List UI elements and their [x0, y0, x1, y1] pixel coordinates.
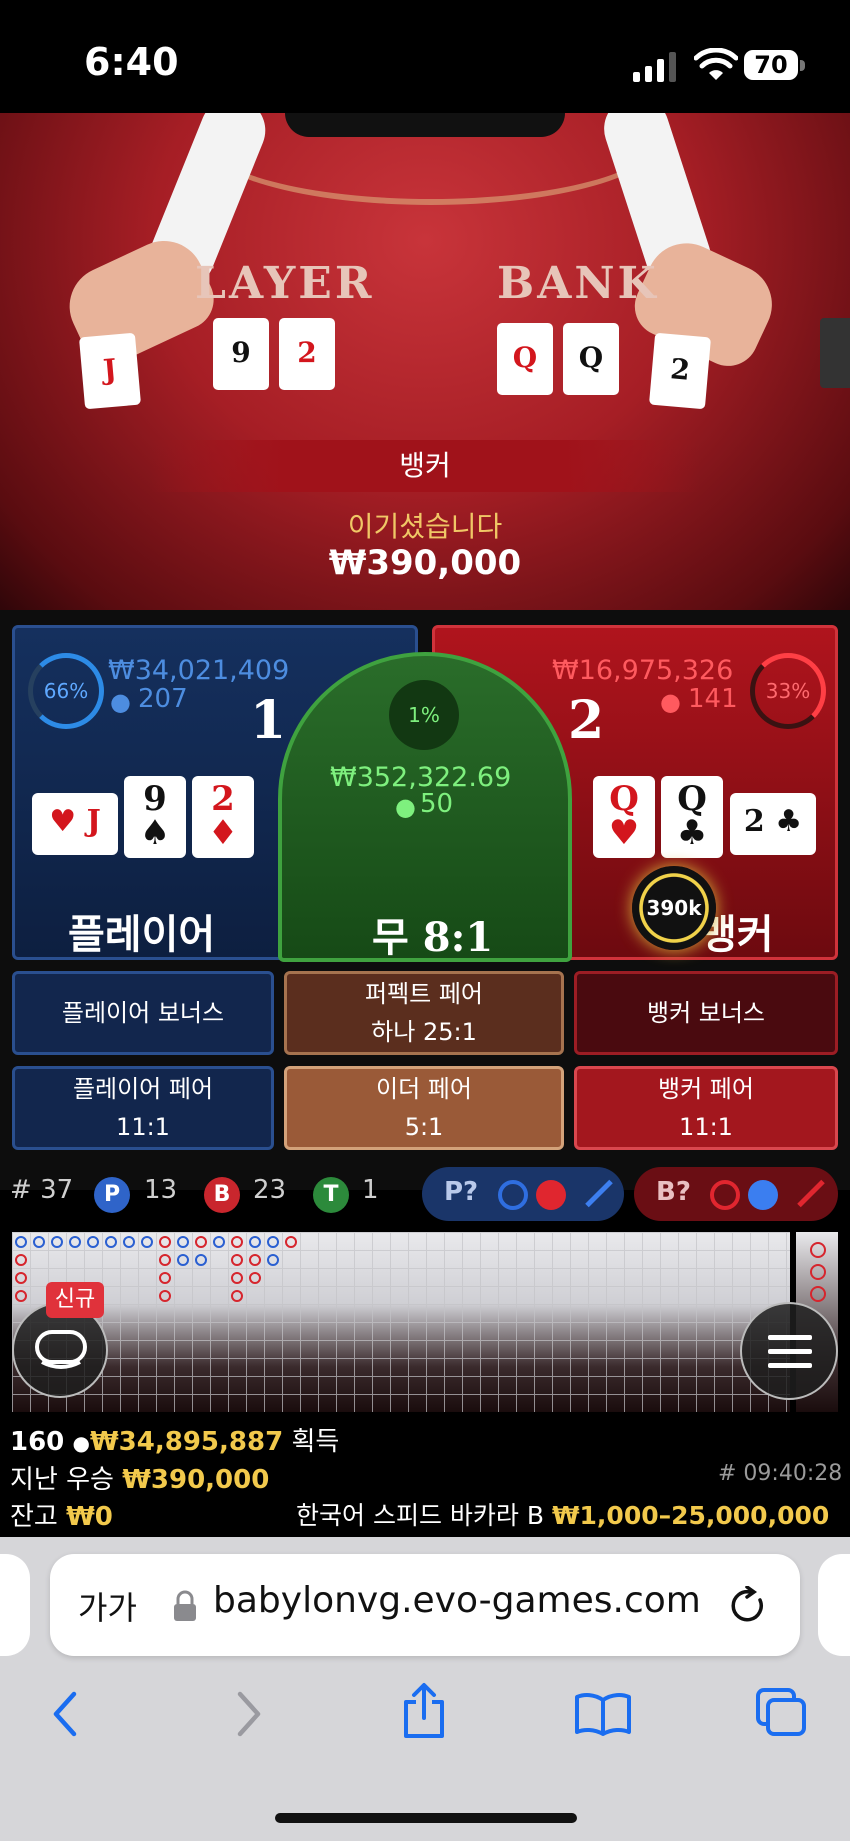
banker-amount: ₩16,975,326	[552, 655, 734, 686]
player-count: 207	[138, 684, 188, 714]
player-label: 플레이어	[68, 912, 216, 958]
player-pair-button[interactable]: 플레이어 페어 11:1	[12, 1066, 274, 1150]
status-time: 6:40	[84, 40, 179, 84]
last-win-row: 지난 우승 ₩390,000	[10, 1465, 270, 1495]
chat-icon	[35, 1330, 87, 1369]
blue-slash-icon	[585, 1179, 613, 1208]
table-card: 9	[213, 318, 269, 390]
balance-row: 잔고 ₩0	[10, 1502, 113, 1532]
banker-percent: 33%	[750, 653, 826, 729]
player-bonus-button[interactable]: 플레이어 보너스	[12, 971, 274, 1055]
player-card: 2 ♦	[192, 776, 254, 858]
share-icon[interactable]	[400, 1682, 448, 1740]
reload-icon[interactable]	[730, 1586, 768, 1626]
table-card: 2	[648, 332, 712, 410]
banker-card: Q ♣	[661, 776, 723, 858]
tie-wins: 1	[362, 1175, 379, 1205]
banker-wins: 23	[253, 1175, 287, 1205]
perfect-pair-button[interactable]: 퍼펙트 페어 하나 25:1	[284, 971, 564, 1055]
player-amount: ₩34,021,409	[108, 655, 290, 686]
banker-count: 141	[688, 684, 738, 714]
cellular-signal-icon	[633, 52, 676, 82]
players-count: 160	[10, 1427, 65, 1457]
table-card: Q	[497, 323, 553, 395]
players-count-row: 160 ●₩34,895,887 획득	[10, 1421, 339, 1458]
banker-card: 2 ♣	[730, 793, 816, 855]
text-size-button[interactable]: 가가	[78, 1583, 137, 1629]
player-wins-badge: P	[94, 1177, 130, 1213]
new-badge: 신규	[46, 1282, 104, 1318]
won-total: ₩34,895,887	[90, 1427, 284, 1457]
table-label-player: LAYER	[195, 258, 375, 309]
player-card: 9 ♠	[124, 776, 186, 858]
previous-tab[interactable]	[0, 1554, 30, 1656]
hamburger-icon	[768, 1335, 812, 1368]
banker-card: Q ♥	[593, 776, 655, 858]
player-percent: 66%	[28, 653, 104, 729]
result-amount: ₩390,000	[328, 543, 522, 583]
either-pair-button[interactable]: 이더 페어 5:1	[284, 1066, 564, 1150]
result-message: 이기셨습니다	[347, 510, 503, 543]
wifi-icon	[694, 48, 738, 80]
player-predict-button[interactable]: P?	[422, 1167, 624, 1221]
round-count: # 37	[10, 1175, 74, 1205]
tie-label: 무 8:1	[372, 914, 494, 961]
result-winner: 뱅커	[150, 440, 700, 492]
menu-button[interactable]	[740, 1302, 838, 1400]
lock-icon	[174, 1590, 196, 1621]
url-text[interactable]: babylonvg.evo-games.com	[213, 1580, 701, 1621]
table-info: 한국어 스피드 바카라 B ₩1,000–25,000,000	[296, 1501, 830, 1530]
banker-score: 2	[568, 690, 605, 751]
player-wins: 13	[144, 1175, 178, 1205]
person-icon: ●	[660, 688, 681, 716]
tie-percent: 1%	[389, 680, 459, 750]
player-card: ♥ J	[32, 793, 118, 855]
person-icon: ●	[395, 793, 416, 821]
person-icon: ●	[72, 1431, 90, 1455]
blue-circle-icon	[498, 1180, 528, 1210]
red-dot-icon	[536, 1180, 566, 1210]
table-label-banker: BANK	[497, 258, 659, 309]
banker-predict-button[interactable]: B?	[634, 1167, 838, 1221]
banker-pair-button[interactable]: 뱅커 페어 11:1	[574, 1066, 838, 1150]
tabs-icon[interactable]	[754, 1686, 808, 1738]
forward-icon[interactable]	[232, 1690, 266, 1738]
table-card: 2	[279, 318, 335, 390]
banker-bonus-button[interactable]: 뱅커 보너스	[574, 971, 838, 1055]
bet-chip: 390k	[632, 866, 716, 950]
roadmap-scoreboard[interactable]	[12, 1232, 790, 1412]
table-card: Q	[563, 323, 619, 395]
battery-level: 70	[744, 50, 798, 80]
table-card: J	[78, 332, 142, 410]
red-slash-icon	[797, 1179, 825, 1208]
tie-wins-badge: T	[313, 1177, 349, 1213]
red-circle-icon	[710, 1180, 740, 1210]
battery-icon: 70	[744, 50, 806, 82]
round-time: # 09:40:28	[718, 1461, 843, 1486]
back-icon[interactable]	[48, 1690, 82, 1738]
blue-dot-icon	[748, 1180, 778, 1210]
person-icon: ●	[110, 688, 131, 716]
home-indicator	[275, 1813, 577, 1823]
bookmarks-icon[interactable]	[574, 1692, 632, 1736]
player-score: 1	[250, 690, 287, 751]
won-label: 획득	[291, 1427, 340, 1457]
tie-count: 50	[420, 789, 454, 819]
banker-wins-badge: B	[204, 1177, 240, 1213]
next-tab[interactable]	[818, 1554, 850, 1656]
